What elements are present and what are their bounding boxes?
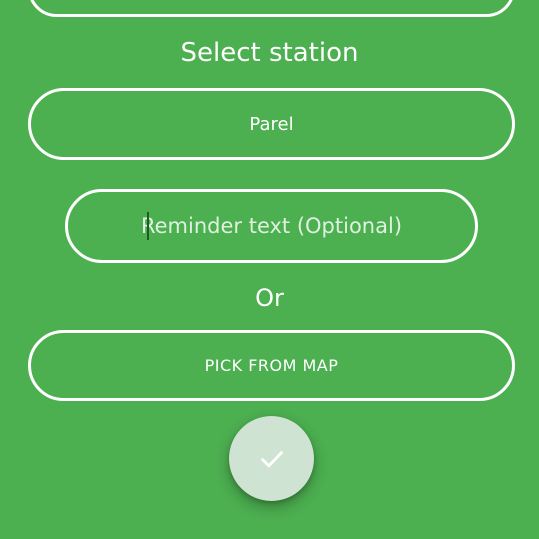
station-label: Parel <box>249 113 294 135</box>
confirm-button[interactable] <box>229 416 314 501</box>
reminder-text-field[interactable] <box>65 189 478 263</box>
station-select-button[interactable]: Parel <box>28 88 515 160</box>
pick-from-map-button[interactable]: PICK FROM MAP <box>28 330 515 401</box>
station-reminder-screen: Select station Parel Or PICK FROM MAP <box>0 0 539 539</box>
page-title: Select station <box>180 38 359 68</box>
or-separator: Or <box>255 284 284 312</box>
text-cursor <box>147 212 149 240</box>
previous-field[interactable] <box>28 0 515 17</box>
pick-from-map-label: PICK FROM MAP <box>204 356 339 375</box>
reminder-text-input[interactable] <box>68 192 475 260</box>
check-icon <box>260 450 283 467</box>
